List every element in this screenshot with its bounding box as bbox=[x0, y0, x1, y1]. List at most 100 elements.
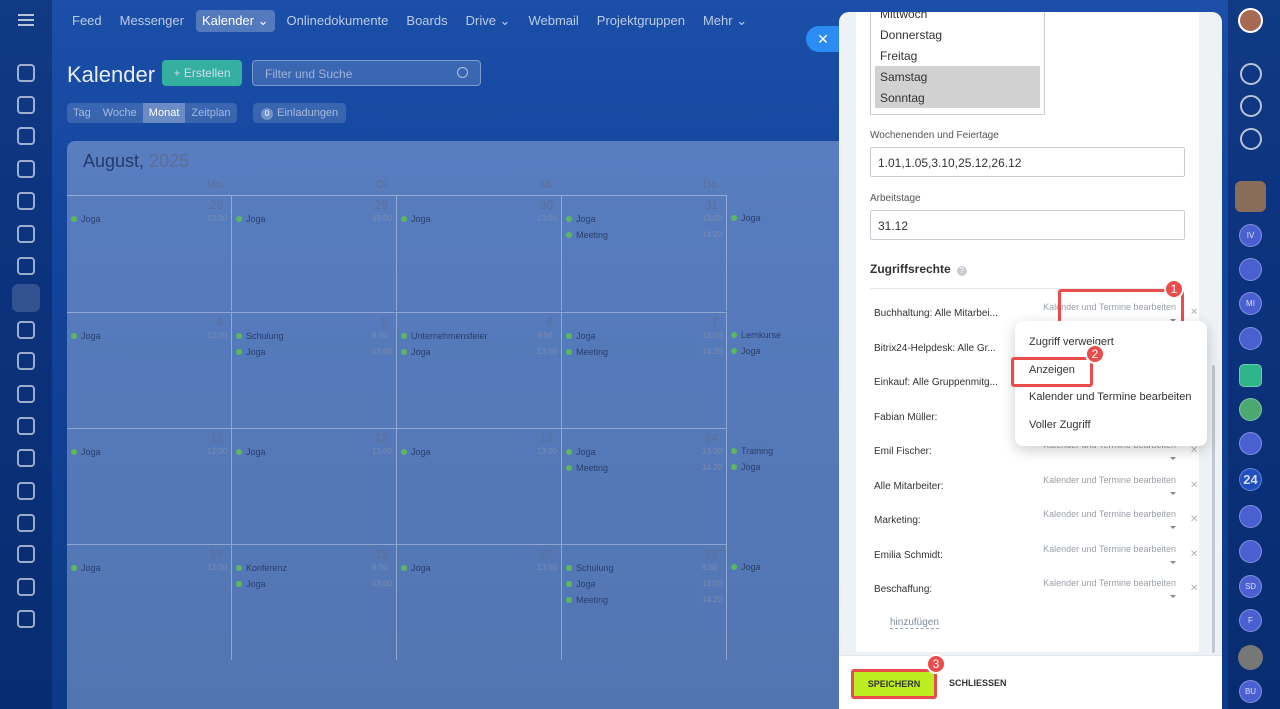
day-cell[interactable]: 14 Joga 13:00 Meeting 14:20 bbox=[562, 428, 727, 544]
holidays-field[interactable]: 1.01,1.05,3.10,25.12,26.12 bbox=[870, 147, 1185, 177]
chart-icon[interactable] bbox=[17, 352, 35, 370]
day-cell[interactable]: 19 Konferenz 9:50 Joga 13:00 bbox=[232, 544, 397, 660]
day-cell[interactable]: 31 Joga 13:00 Meeting 14:20 bbox=[562, 195, 727, 311]
document-icon[interactable] bbox=[17, 127, 35, 145]
calendar-event[interactable]: Konferenz 9:50 bbox=[236, 563, 388, 573]
panel-scrollbar[interactable] bbox=[1212, 365, 1215, 653]
contact-badge-iv[interactable]: IV bbox=[1239, 224, 1262, 247]
remove-access-icon[interactable]: ✕ bbox=[1190, 514, 1198, 525]
calendar-event[interactable]: Unternehmensfeier 9:50 bbox=[401, 331, 553, 341]
workdays-field[interactable]: 31.12 bbox=[870, 210, 1185, 240]
save-button[interactable]: SPEICHERN bbox=[851, 669, 937, 699]
lock-icon[interactable] bbox=[1239, 398, 1262, 421]
calendar-event[interactable]: Joga bbox=[731, 462, 761, 472]
calendar-event[interactable]: Joga 13:00 bbox=[566, 447, 722, 457]
nav-feed[interactable]: Feed bbox=[66, 10, 108, 32]
view-month[interactable]: Monat bbox=[142, 103, 186, 123]
view-schedule[interactable]: Zeitplan bbox=[185, 103, 236, 123]
remove-access-icon[interactable]: ✕ bbox=[1190, 549, 1198, 560]
day-cell[interactable]: 12 Joga 13:00 bbox=[232, 428, 397, 544]
option-full[interactable]: Voller Zugriff bbox=[1029, 419, 1091, 431]
option-edit[interactable]: Kalender und Termine bearbeiten bbox=[1029, 391, 1191, 403]
puzzle-icon[interactable] bbox=[17, 96, 35, 114]
calendar-event[interactable]: Joga 13:00 bbox=[71, 447, 227, 457]
day-cell[interactable]: 21 Schulung 9:50 Joga 13:00 Meeting 14:20 bbox=[562, 544, 727, 660]
add-access-link[interactable]: hinzufügen bbox=[890, 617, 939, 629]
nav-workgroups[interactable]: Projektgruppen bbox=[591, 10, 691, 32]
calendar-event[interactable]: Joga 13:00 bbox=[566, 579, 722, 589]
nav-boards[interactable]: Boards bbox=[400, 10, 453, 32]
access-level-select[interactable]: Kalender und Termine bearbeiten bbox=[1036, 577, 1176, 603]
calendar-event[interactable]: Joga bbox=[731, 213, 761, 223]
calendar-event[interactable]: Schulung 9:50 bbox=[236, 331, 388, 341]
weekday-listbox[interactable]: Mittwoch Donnerstag Freitag Samstag Sonntag bbox=[870, 12, 1045, 115]
monitor-icon[interactable] bbox=[17, 257, 35, 275]
weekday-option[interactable]: Samstag bbox=[875, 66, 1040, 87]
chat-bubble-icon[interactable] bbox=[1239, 258, 1262, 281]
day-cell[interactable]: 7 Joga 13:00 Meeting 14:20 bbox=[562, 312, 727, 428]
view-day[interactable]: Tag bbox=[67, 103, 97, 123]
target-icon[interactable] bbox=[17, 449, 35, 467]
tasks-icon[interactable] bbox=[17, 321, 35, 339]
filter-icon[interactable] bbox=[17, 417, 35, 435]
day-cell[interactable]: 13 Joga 13:00 bbox=[397, 428, 562, 544]
day-cell[interactable]: 4 Joga 13:00 bbox=[67, 312, 232, 428]
calendar-event[interactable]: Joga 13:00 bbox=[401, 347, 557, 357]
close-button[interactable]: SCHLIESSEN bbox=[949, 678, 1007, 688]
day-cell[interactable]: 6 Unternehmensfeier 9:50 Joga 13:00 bbox=[397, 312, 562, 428]
calendar-event[interactable]: Meeting 14:20 bbox=[566, 347, 722, 357]
weekday-option[interactable]: Donnerstag bbox=[871, 24, 1044, 45]
contact-badge-f[interactable]: F bbox=[1239, 609, 1262, 632]
day-cell[interactable]: 11 Joga 13:00 bbox=[67, 428, 232, 544]
weekday-option[interactable]: Freitag bbox=[871, 45, 1044, 66]
bitrix24-badge[interactable]: 24 bbox=[1239, 468, 1262, 491]
calendar-event[interactable]: Joga bbox=[731, 346, 761, 356]
calendar-event[interactable]: Joga 13:00 bbox=[566, 214, 722, 224]
contacts-icon[interactable] bbox=[17, 160, 35, 178]
calendar-event[interactable]: Schulung 9:50 bbox=[566, 563, 718, 573]
calendar-event[interactable]: Joga 13:00 bbox=[236, 214, 392, 224]
remove-access-icon[interactable]: ✕ bbox=[1190, 480, 1198, 491]
chat-bubble-icon[interactable] bbox=[1239, 540, 1262, 563]
day-cell[interactable]: 20 Joga 13:00 bbox=[397, 544, 562, 660]
calendar-event[interactable]: Training bbox=[731, 446, 773, 456]
calendar-event[interactable]: Lernkurse bbox=[731, 330, 781, 340]
contact-photo[interactable] bbox=[1238, 645, 1263, 670]
weekday-option[interactable]: Sonntag bbox=[875, 87, 1040, 108]
day-cell[interactable]: 30 Joga 13:00 bbox=[397, 195, 562, 311]
nav-online-docs[interactable]: Onlinedokumente bbox=[281, 10, 395, 32]
chat-bubble-icon[interactable] bbox=[1239, 432, 1262, 455]
calendar-nav-icon[interactable] bbox=[12, 284, 40, 312]
view-week[interactable]: Woche bbox=[97, 103, 143, 123]
menu-icon[interactable] bbox=[18, 14, 34, 26]
nav-messenger[interactable]: Messenger bbox=[114, 10, 190, 32]
chat-bubble-icon[interactable] bbox=[1239, 327, 1262, 350]
chat-bubble-icon[interactable] bbox=[1239, 505, 1262, 528]
pen-icon[interactable] bbox=[17, 482, 35, 500]
contact-badge-sd[interactable]: SD bbox=[1239, 575, 1262, 598]
robot-icon[interactable] bbox=[17, 578, 35, 596]
card-icon[interactable] bbox=[17, 225, 35, 243]
nav-calendar[interactable]: Kalender ⌄ bbox=[195, 10, 275, 32]
contact-avatar[interactable] bbox=[1235, 181, 1266, 212]
invitations-button[interactable]: 0 Einladungen bbox=[253, 103, 347, 123]
calendar-event[interactable]: Joga 13:00 bbox=[401, 447, 557, 457]
file-icon[interactable] bbox=[17, 192, 35, 210]
calendar-event[interactable]: Joga 13:00 bbox=[71, 563, 227, 573]
calendar-event[interactable]: Meeting 14:20 bbox=[566, 463, 722, 473]
create-button[interactable]: + Erstellen bbox=[162, 60, 242, 86]
help-icon[interactable] bbox=[17, 610, 35, 628]
cart-icon[interactable] bbox=[17, 385, 35, 403]
nav-webmail[interactable]: Webmail bbox=[522, 10, 584, 32]
day-cell[interactable]: 18 Joga 13:00 bbox=[67, 544, 232, 660]
tasks-chat-icon[interactable] bbox=[1239, 364, 1262, 387]
calendar-event[interactable]: Joga 13:00 bbox=[401, 214, 557, 224]
calendar-event[interactable]: Joga 13:00 bbox=[236, 579, 392, 589]
day-cell[interactable]: 29 Joga 13:00 bbox=[232, 195, 397, 311]
search-input[interactable]: Filter und Suche bbox=[252, 60, 481, 86]
day-cell[interactable]: 5 Schulung 9:50 Joga 13:00 bbox=[232, 312, 397, 428]
calendar-event[interactable]: Joga 13:00 bbox=[401, 563, 557, 573]
calendar-event[interactable]: Joga 13:00 bbox=[236, 447, 392, 457]
contact-badge-bu[interactable]: BU bbox=[1239, 680, 1262, 703]
calendar-event[interactable]: Joga bbox=[731, 562, 761, 572]
